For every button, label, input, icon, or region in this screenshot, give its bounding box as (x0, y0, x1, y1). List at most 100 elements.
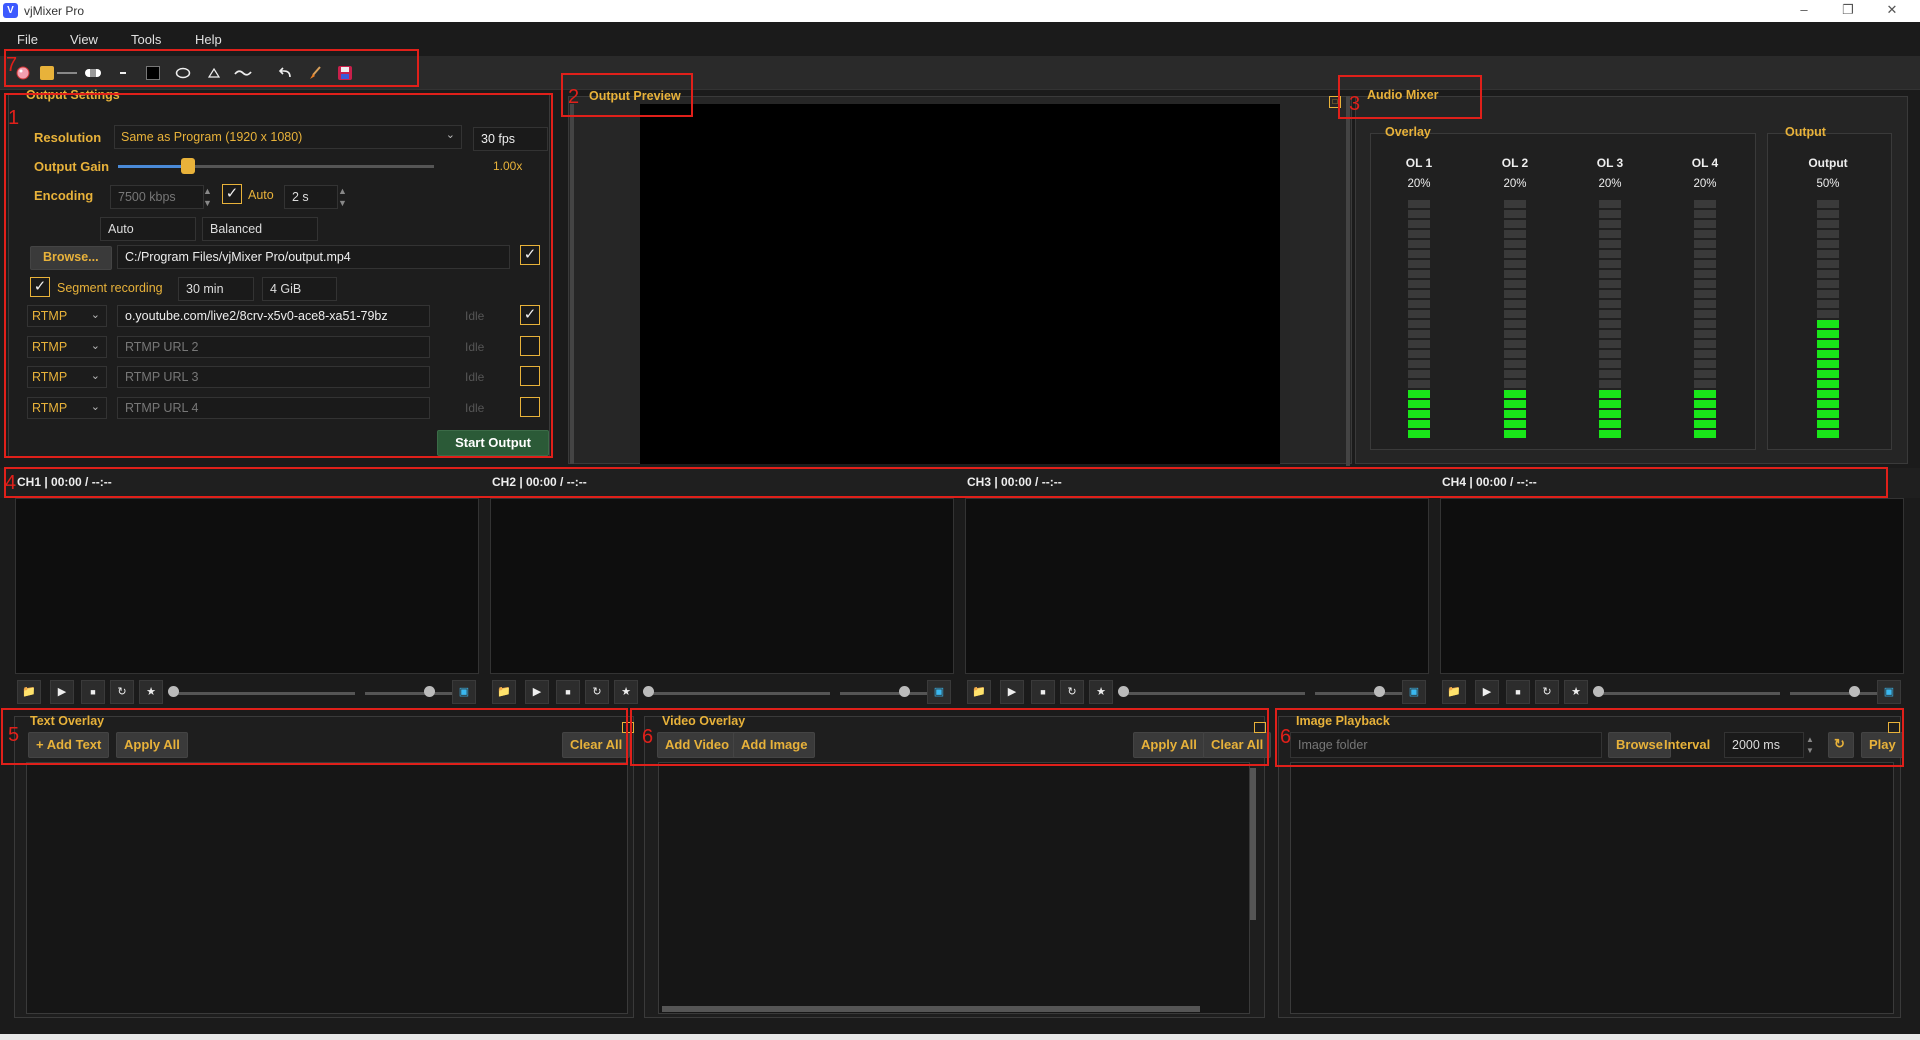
send-to-output-icon[interactable]: ▣ (1402, 680, 1426, 704)
save-drawing-icon[interactable] (334, 63, 356, 83)
freehand-tool-icon[interactable] (232, 63, 254, 83)
video-apply-all-button[interactable]: Apply All (1133, 732, 1205, 758)
undo-icon[interactable] (274, 63, 296, 83)
video-popout-icon[interactable] (1254, 722, 1266, 733)
image-popout-icon[interactable] (1888, 722, 1900, 733)
rtmp-protocol-select[interactable]: RTMP ⌄ (27, 366, 107, 388)
video-clear-all-button[interactable]: Clear All (1203, 732, 1272, 758)
resolution-select[interactable]: Same as Program (1920 x 1080) ⌄ (114, 125, 462, 149)
rtmp-enable-checkbox[interactable] (520, 366, 540, 386)
auto-checkbox[interactable]: ✓ (222, 184, 242, 204)
segment-recording-checkbox[interactable]: ✓ (30, 277, 50, 297)
browse-output-button[interactable]: Browse... (30, 246, 112, 270)
add-text-button[interactable]: + Add Text (28, 732, 110, 758)
rtmp-protocol-select[interactable]: RTMP ⌄ (27, 336, 107, 358)
send-to-output-icon[interactable]: ▣ (1877, 680, 1901, 704)
gain-slider-handle[interactable] (180, 158, 195, 174)
keyframe-spinner-icon[interactable]: ▲ ▼ (338, 185, 347, 209)
menu-tools[interactable]: Tools (131, 32, 161, 47)
rectangle-tool-icon[interactable] (142, 63, 164, 83)
volume-handle[interactable] (424, 686, 436, 697)
loop-icon[interactable]: ↻ (585, 680, 609, 704)
minimize-icon[interactable]: – (1784, 2, 1824, 20)
preset-select[interactable]: Balanced (202, 217, 318, 241)
play-icon[interactable]: ▶ (50, 680, 74, 704)
channel-volume-slider[interactable] (365, 692, 457, 695)
fill-brush-icon[interactable] (304, 63, 326, 83)
brush-size-slider[interactable] (56, 63, 78, 83)
rtmp-enable-checkbox[interactable] (520, 336, 540, 356)
eraser-icon[interactable] (82, 63, 104, 83)
open-folder-icon[interactable]: 📁 (1442, 680, 1466, 704)
menu-view[interactable]: View (70, 32, 98, 47)
channel-seek-slider[interactable] (173, 692, 355, 695)
volume-handle[interactable] (1374, 686, 1386, 697)
keyframe-field[interactable]: 2 s (284, 185, 338, 209)
rtmp-url-field[interactable]: RTMP URL 2 (117, 336, 430, 358)
channel-volume-slider[interactable] (1315, 692, 1407, 695)
open-folder-icon[interactable]: 📁 (17, 680, 41, 704)
favorite-star-icon[interactable]: ★ (1564, 680, 1588, 704)
loop-icon[interactable]: ↻ (1828, 732, 1854, 758)
popout-icon[interactable]: □ (1329, 96, 1341, 108)
favorite-star-icon[interactable]: ★ (614, 680, 638, 704)
close-icon[interactable]: ✕ (1872, 2, 1912, 20)
send-to-output-icon[interactable]: ▣ (927, 680, 951, 704)
volume-handle[interactable] (1849, 686, 1861, 697)
text-popout-icon[interactable] (622, 722, 634, 733)
volume-handle[interactable] (899, 686, 911, 697)
channel-seek-slider[interactable] (1123, 692, 1305, 695)
video-list-vscrollbar[interactable] (1250, 768, 1256, 920)
stop-icon[interactable]: ■ (556, 680, 580, 704)
channel-volume-slider[interactable] (840, 692, 932, 695)
channel-seek-slider[interactable] (648, 692, 830, 695)
path-enable-checkbox[interactable]: ✓ (520, 245, 540, 265)
stop-icon[interactable]: ■ (1031, 680, 1055, 704)
seek-handle[interactable] (1593, 686, 1604, 697)
segment-size-field[interactable]: 4 GiB (262, 277, 337, 301)
bitrate-spinner-icon[interactable]: ▲ ▼ (203, 185, 212, 209)
seek-handle[interactable] (168, 686, 179, 697)
image-folder-field[interactable]: Image folder (1290, 732, 1602, 758)
line-tool-icon[interactable] (112, 63, 134, 83)
loop-icon[interactable]: ↻ (1535, 680, 1559, 704)
restore-icon[interactable]: ❐ (1828, 2, 1868, 20)
text-clear-all-button[interactable]: Clear All (562, 732, 631, 758)
text-apply-all-button[interactable]: Apply All (116, 732, 188, 758)
add-image-button[interactable]: Add Image (733, 732, 816, 758)
stop-icon[interactable]: ■ (81, 680, 105, 704)
rtmp-protocol-select[interactable]: RTMP ⌄ (27, 397, 107, 419)
video-list-hscrollbar[interactable] (662, 1006, 1200, 1012)
rtmp-enable-checkbox[interactable]: ✓ (520, 305, 540, 325)
stop-icon[interactable]: ■ (1506, 680, 1530, 704)
color-swatch-icon[interactable] (36, 63, 58, 83)
start-output-button[interactable]: Start Output (437, 430, 549, 456)
open-folder-icon[interactable]: 📁 (492, 680, 516, 704)
triangle-tool-icon[interactable] (203, 63, 225, 83)
fps-field[interactable]: 30 fps (473, 127, 548, 151)
loop-icon[interactable]: ↻ (110, 680, 134, 704)
menu-file[interactable]: File (17, 32, 38, 47)
play-icon[interactable]: ▶ (1000, 680, 1024, 704)
ellipse-tool-icon[interactable] (172, 63, 194, 83)
favorite-star-icon[interactable]: ★ (1089, 680, 1113, 704)
open-folder-icon[interactable]: 📁 (967, 680, 991, 704)
seek-handle[interactable] (1118, 686, 1129, 697)
output-path-field[interactable]: C:/Program Files/vjMixer Pro/output.mp4 (117, 245, 510, 269)
channel-seek-slider[interactable] (1598, 692, 1780, 695)
add-video-button[interactable]: Add Video (657, 732, 738, 758)
rtmp-url-field[interactable]: RTMP URL 3 (117, 366, 430, 388)
send-to-output-icon[interactable]: ▣ (452, 680, 476, 704)
rtmp-protocol-select[interactable]: RTMP ⌄ (27, 305, 107, 327)
rtmp-enable-checkbox[interactable] (520, 397, 540, 417)
rtmp-url-field[interactable]: RTMP URL 4 (117, 397, 430, 419)
play-icon[interactable]: ▶ (1475, 680, 1499, 704)
bitrate-field[interactable]: 7500 kbps (110, 185, 204, 209)
favorite-star-icon[interactable]: ★ (139, 680, 163, 704)
loop-icon[interactable]: ↻ (1060, 680, 1084, 704)
encoder-select[interactable]: Auto (100, 217, 196, 241)
seek-handle[interactable] (643, 686, 654, 697)
interval-field[interactable]: 2000 ms (1724, 732, 1804, 758)
channel-volume-slider[interactable] (1790, 692, 1882, 695)
rtmp-url-field[interactable]: o.youtube.com/live2/8crv-x5v0-ace8-xa51-… (117, 305, 430, 327)
